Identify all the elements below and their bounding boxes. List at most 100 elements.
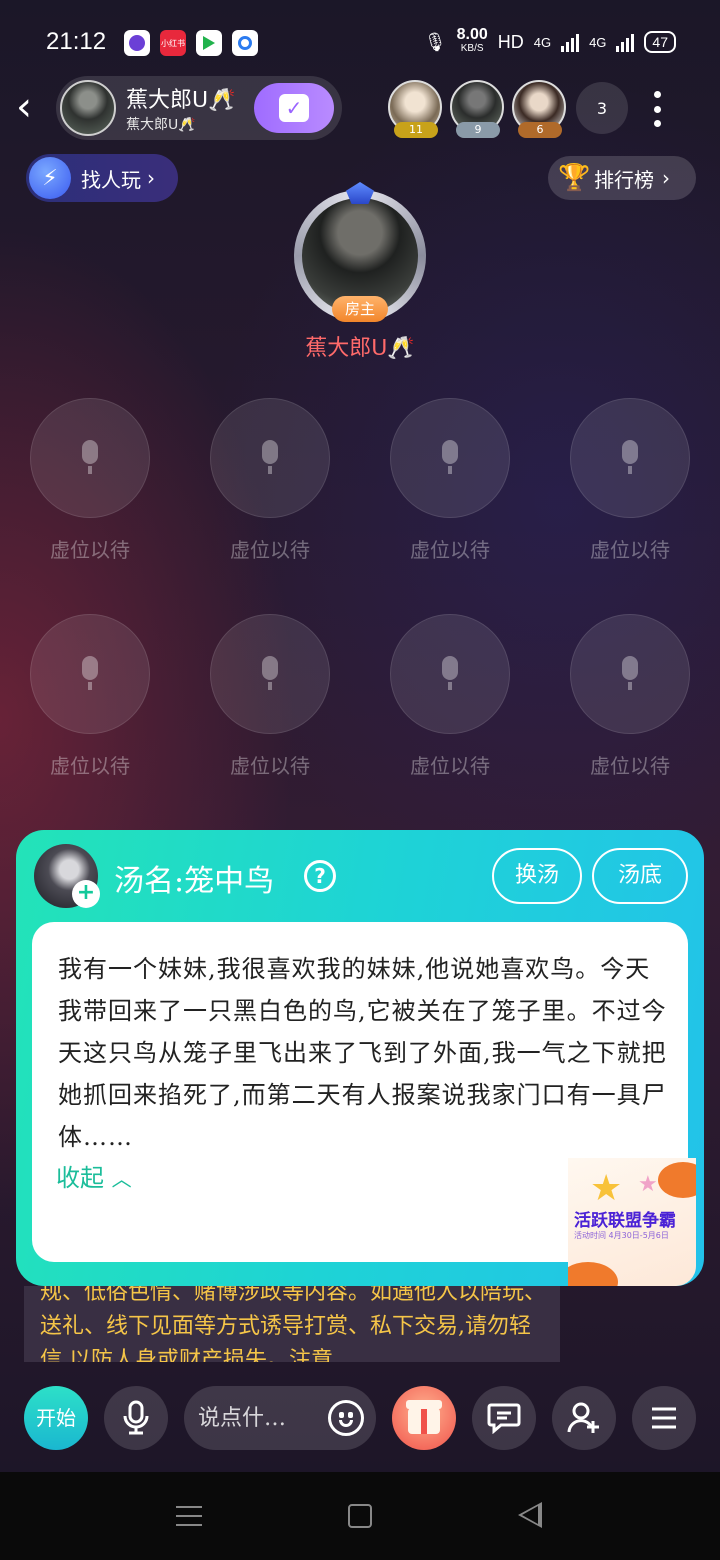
net-speed: 8.00 KB/S [456,26,488,56]
xiaohongshu-label: 小红书 [161,38,185,48]
host-subtitle: 蕉大郎ᑌ🥂 [126,117,196,133]
find-play-button[interactable]: ⚡ 找人玩 › [26,154,178,202]
seat-circle[interactable] [570,398,690,518]
mic-seat[interactable]: 虚位以待 [210,398,330,568]
seat-label: 虚位以待 [50,754,130,778]
audience-avatar[interactable]: 11 [388,80,442,138]
soup-answer-button[interactable]: 汤底 [592,848,688,904]
microphone-icon [123,1400,149,1435]
audience-level-badge: 11 [394,122,438,138]
star-icon: ★ [638,1172,658,1197]
check-icon: ✓ [279,94,309,122]
status-right-group: 🎙 8.00 KB/S HD 4G 4G 47 [423,26,676,56]
seat-circle[interactable] [390,398,510,518]
seat-label: 虚位以待 [590,754,670,778]
checkin-button[interactable]: ✓ [254,83,334,133]
microphone-icon [438,440,462,476]
add-user-icon [567,1402,599,1433]
star-icon: ★ [590,1168,623,1209]
audience-count[interactable]: 3 [576,82,628,134]
mic-seat[interactable]: 虚位以待 [30,398,150,568]
host-name: 蕉大郎ᑌ🥂 [126,88,236,113]
gift-icon [406,1400,442,1434]
promo-decoration [568,1262,618,1286]
owner-crest-icon [346,182,374,204]
seat-label: 虚位以待 [230,754,310,778]
help-icon[interactable]: ? [304,860,336,892]
microphone-icon [78,656,102,692]
chat-input[interactable] [198,1400,328,1436]
app-notification-icon [124,30,150,56]
owner-name: 蕉大郎ᑌ🥂 [305,336,415,361]
lightning-icon: ⚡ [29,157,71,199]
video-app-icon [196,30,222,56]
microphone-icon [258,656,282,692]
mic-seat[interactable]: 虚位以待 [570,398,690,568]
promo-title: 活跃联盟争霸 [574,1211,676,1231]
home-icon[interactable] [348,1504,372,1528]
network-type-1: 4G [533,34,552,50]
ranking-label: 排行榜 [594,167,654,192]
mic-seat[interactable]: 虚位以待 [210,614,330,784]
gift-button[interactable] [392,1386,456,1450]
audience-list: 11 9 6 3 [388,80,628,138]
network-type-2: 4G [589,34,607,50]
signal-icon [561,32,580,52]
mic-status-icon: 🎙 [423,31,447,52]
battery-indicator: 47 [644,31,676,53]
back-triangle-icon[interactable] [518,1502,542,1528]
soup-story-text: 我有一个妹妹,我很喜欢我的妹妹,他说她喜欢鸟。今天我带回来了一只黑白色的鸟,它被… [58,955,667,1151]
message-button[interactable] [472,1386,536,1450]
promo-banner[interactable]: ★ ★ 活跃联盟争霸 活动时间 4月30日-5月6日 [568,1158,696,1286]
mic-seat[interactable]: 虚位以待 [570,614,690,784]
net-speed-value: 8.00 [456,26,488,43]
host-avatar[interactable] [60,80,116,136]
ranking-button[interactable]: 🏆 排行榜 › [548,156,696,200]
microphone-button[interactable] [104,1386,168,1450]
chevron-right-icon: › [662,166,670,190]
more-options-icon[interactable] [640,88,674,130]
rules-text: 规、低俗色情、赌博涉政等内容。如遇他人以陪玩、送礼、线下见面等方式诱导打赏、私下… [40,1286,547,1362]
menu-button[interactable] [632,1386,696,1450]
audience-level-badge: 6 [518,122,562,138]
mic-seat[interactable]: 虚位以待 [390,398,510,568]
seat-circle[interactable] [210,614,330,734]
owner-seat[interactable]: 房主 [288,182,432,326]
hd-label: HD [497,31,524,52]
promo-date: 活动时间 4月30日-5月6日 [574,1231,669,1240]
status-time: 21:12 [46,28,107,55]
audience-avatar[interactable]: 9 [450,80,504,138]
chat-input-box[interactable] [184,1386,376,1450]
audience-avatar[interactable]: 6 [512,80,566,138]
trophy-icon: 🏆 [558,163,591,193]
signal-icon-2 [616,32,635,52]
recent-apps-icon[interactable] [176,1506,202,1526]
seat-label: 虚位以待 [590,538,670,562]
seat-label: 虚位以待 [410,754,490,778]
change-soup-button[interactable]: 换汤 [492,848,582,904]
seat-circle[interactable] [210,398,330,518]
xiaohongshu-icon: 小红书 [160,30,186,56]
find-play-label: 找人玩 [81,167,141,192]
emoji-icon[interactable] [328,1400,364,1436]
seat-circle[interactable] [30,614,150,734]
back-button[interactable]: ‹ [16,87,52,128]
seat-circle[interactable] [30,398,150,518]
collapse-button[interactable]: 收起 ︿ [56,1158,132,1193]
status-app-icons: 小红书 [124,30,258,56]
soup-title: 汤名:笼中鸟 [114,864,275,899]
seat-circle[interactable] [570,614,690,734]
add-follow-icon[interactable]: + [72,880,100,908]
host-info-pill[interactable]: 蕉大郎ᑌ🥂 蕉大郎ᑌ🥂 ✓ [56,76,342,140]
mic-seat[interactable]: 虚位以待 [390,614,510,784]
mic-seat[interactable]: 虚位以待 [30,614,150,784]
add-friend-button[interactable] [552,1386,616,1450]
chevron-right-icon: › [147,166,155,190]
promo-decoration [658,1162,696,1198]
audience-level-badge: 9 [456,122,500,138]
rules-banner: 规、低俗色情、赌博涉政等内容。如遇他人以陪玩、送礼、线下见面等方式诱导打赏、私下… [24,1286,560,1362]
seat-circle[interactable] [390,614,510,734]
start-button[interactable]: 开始 [24,1386,88,1450]
voice-room-screen: 21:12 小红书 🎙 8.00 KB/S HD 4G 4G 47 ‹ 蕉大郎ᑌ… [0,0,720,1472]
chevron-up-icon: ︿ [111,1167,132,1191]
